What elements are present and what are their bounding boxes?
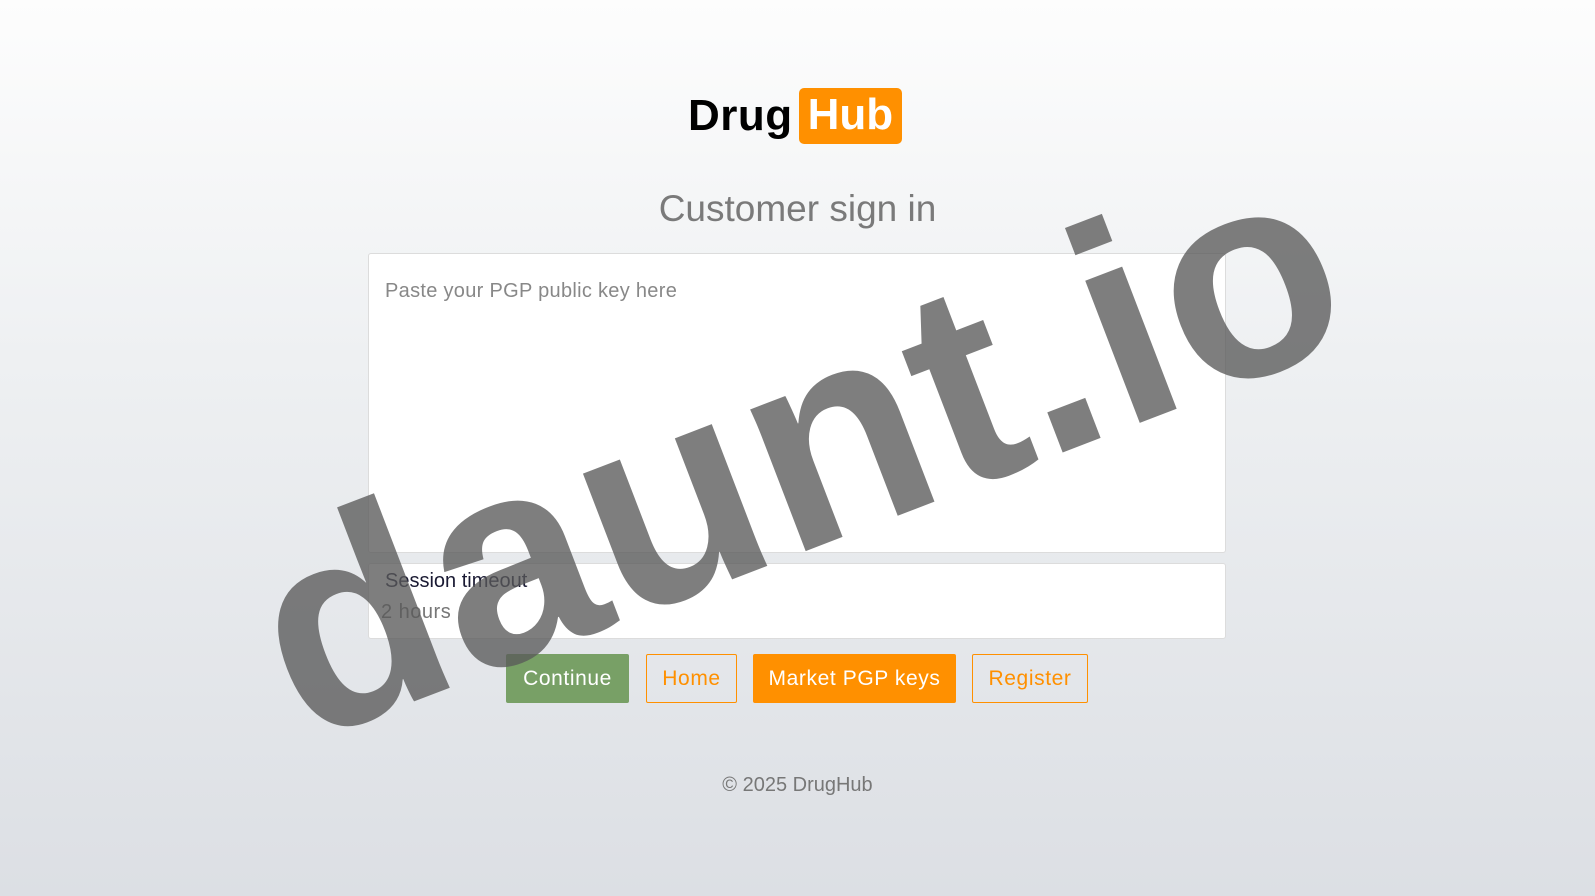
continue-button[interactable]: Continue xyxy=(506,654,629,703)
page-title: Customer sign in xyxy=(658,188,937,229)
session-timeout-value[interactable]: 2 hours xyxy=(381,601,451,624)
brand-logo: Drug Hub xyxy=(688,86,903,146)
register-button[interactable]: Register xyxy=(972,654,1088,703)
pgp-key-input[interactable] xyxy=(368,253,1226,553)
session-timeout-select[interactable]: Session timeout 2 hours xyxy=(368,563,1226,639)
session-timeout-label: Session timeout xyxy=(385,570,528,592)
logo-text-hub: Hub xyxy=(798,88,903,144)
logo-text-drug: Drug xyxy=(688,91,793,140)
footer-copyright: © 2025 DrugHub xyxy=(722,774,873,796)
home-button[interactable]: Home xyxy=(646,654,737,703)
market-pgp-keys-button[interactable]: Market PGP keys xyxy=(753,654,956,703)
